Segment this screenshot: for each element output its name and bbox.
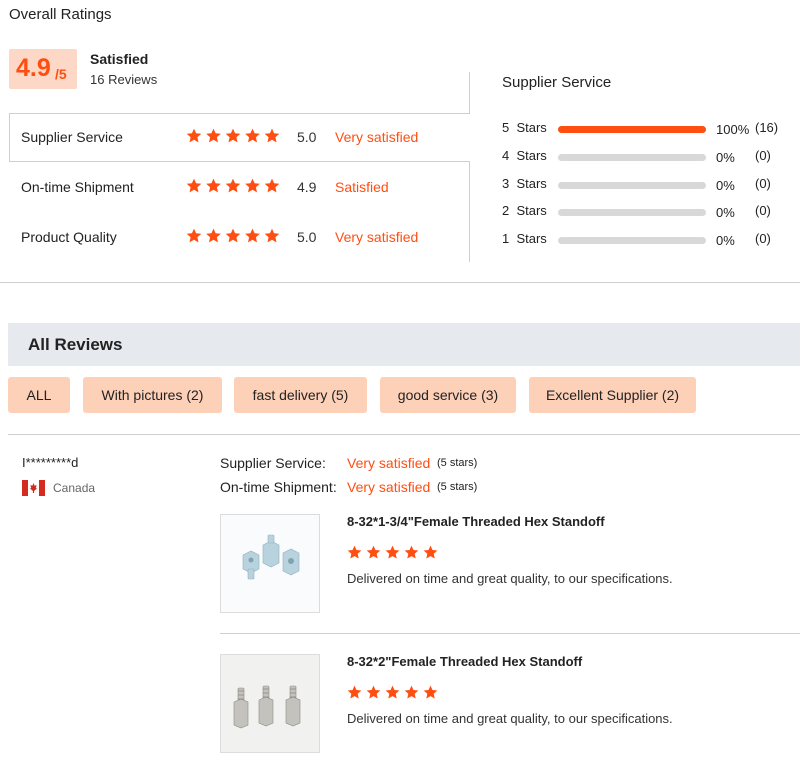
reviewer-name: I*********d [22,455,79,470]
filter-chip[interactable]: ALL [8,377,70,413]
overall-score-word: Satisfied [90,51,149,67]
distribution-row-percent: 0% [716,178,735,193]
star-icon [245,228,260,243]
star-icon [366,545,381,559]
star-icon [385,685,400,699]
overall-score-max: /5 [55,66,67,82]
rating-stars [186,178,280,193]
star-icon [264,228,280,243]
star-icon [206,178,221,193]
star-icon [186,128,202,143]
divider [469,161,470,262]
review-metric-value: Very satisfied [347,455,431,471]
divider [9,113,10,162]
star-icon [404,545,419,559]
section-divider [0,282,800,283]
star-icon [404,685,419,699]
star-icon [225,178,241,193]
rating-stars [186,128,280,143]
star-icon [186,178,202,193]
divider [9,113,470,114]
review-metric-value: Very satisfied [347,479,431,495]
star-icon [347,685,362,699]
distribution-row-count: (0) [755,176,771,191]
review-metric-label: Supplier Service: [220,455,326,471]
review-text: Delivered on time and great quality, to … [347,711,673,726]
distribution-bar [558,154,706,161]
review-metric-label: On-time Shipment: [220,479,337,495]
divider [9,161,470,162]
star-icon [225,228,241,243]
distribution-row-label: 3 Stars [502,176,547,191]
rating-row-score: 4.9 [297,179,317,195]
overall-score: 4.9 [16,54,51,82]
distribution-row-percent: 0% [716,233,735,248]
distribution-row-label: 4 Stars [502,148,547,163]
star-icon [347,545,362,559]
star-icon [366,685,381,699]
rating-row-word: Very satisfied [335,129,419,145]
star-icon [206,128,221,143]
star-icon [245,178,260,193]
review-metric-stars: (5 stars) [437,481,478,493]
filter-chip[interactable]: fast delivery (5) [234,377,367,413]
distribution-row-label: 1 Stars [502,231,547,246]
canada-flag-icon [22,480,45,496]
distribution-bar [558,126,706,133]
star-icon [186,228,202,243]
product-thumbnail[interactable] [220,514,320,613]
reviewer-country: Canada [53,481,96,495]
distribution-row-percent: 0% [716,205,735,220]
rating-row-score: 5.0 [297,229,317,245]
filter-chip[interactable]: good service (3) [380,377,516,413]
distribution-title: Supplier Service [502,74,612,91]
review-count: 16 Reviews [90,72,158,87]
rating-row-label: On-time Shipment [21,179,134,195]
distribution-bar [558,182,706,189]
review-metric-stars: (5 stars) [437,457,478,469]
star-icon [423,545,438,559]
filter-chip[interactable]: With pictures (2) [83,377,222,413]
rating-row-word: Very satisfied [335,229,419,245]
distribution-row-count: (0) [755,203,771,218]
star-icon [264,178,280,193]
overall-ratings-title: Overall Ratings [9,6,112,23]
star-icon [245,128,260,143]
all-reviews-header [8,323,800,366]
star-icon [225,128,241,143]
distribution-row-count: (0) [755,148,771,163]
star-icon [206,228,221,243]
divider [469,72,470,113]
rating-row-word: Satisfied [335,179,389,195]
star-icon [264,128,280,143]
product-rating-stars [347,685,438,699]
product-title[interactable]: 8-32*2"Female Threaded Hex Standoff [347,654,582,669]
product-title[interactable]: 8-32*1-3/4"Female Threaded Hex Standoff [347,514,605,529]
all-reviews-title: All Reviews [28,335,123,354]
section-divider [8,434,800,435]
rating-row-score: 5.0 [297,129,317,145]
distribution-row-count: (0) [755,231,771,246]
rating-row-label: Supplier Service [21,129,123,145]
filter-chip[interactable]: Excellent Supplier (2) [529,377,696,413]
product-divider [220,633,800,634]
product-thumbnail[interactable] [220,654,320,753]
star-icon [385,545,400,559]
distribution-bar-fill [558,126,706,133]
distribution-row-percent: 100% [716,122,750,137]
review-text: Delivered on time and great quality, to … [347,571,673,586]
distribution-row-percent: 0% [716,150,735,165]
distribution-bar [558,237,706,244]
rating-stars [186,228,280,243]
distribution-row-count: (16) [755,120,779,135]
star-icon [423,685,438,699]
distribution-row-label: 5 Stars [502,120,547,135]
distribution-row-label: 2 Stars [502,203,547,218]
distribution-bar [558,209,706,216]
product-rating-stars [347,545,438,559]
rating-row-label: Product Quality [21,229,117,245]
